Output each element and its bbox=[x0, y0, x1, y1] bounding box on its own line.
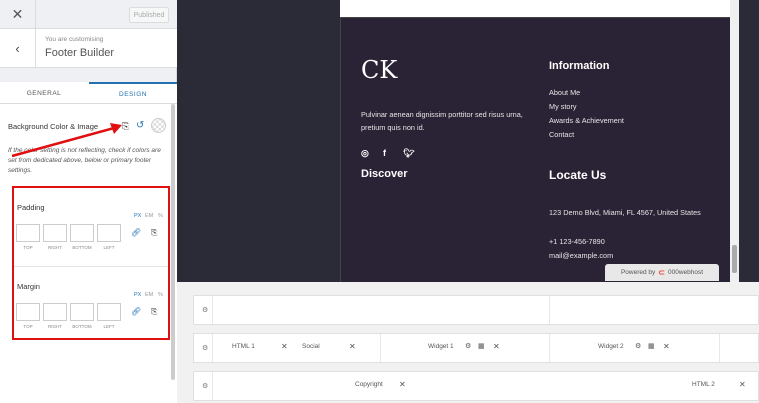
customizing-label: You are customising bbox=[45, 36, 104, 43]
info-link-awards[interactable]: Awards & Achievement bbox=[549, 116, 624, 125]
reset-icon[interactable]: ↺ bbox=[136, 120, 144, 131]
widget1-chip[interactable]: Widget 1 bbox=[428, 343, 454, 350]
preview-scrollbar[interactable] bbox=[730, 0, 739, 282]
preview-page-top bbox=[340, 0, 730, 18]
footer-builder: ⚙ ⚙ HTML 1 ✕ Social ✕ Widget 1 ⚙ ▦ ✕ Wid… bbox=[177, 282, 759, 403]
facebook-icon[interactable]: f bbox=[383, 148, 386, 158]
panel-scrollbar[interactable] bbox=[171, 104, 175, 380]
discover-title: Discover bbox=[361, 168, 408, 180]
phone-text: +1 123-456-7890 bbox=[549, 237, 605, 246]
close-icon[interactable]: ✕ bbox=[399, 380, 406, 389]
close-icon[interactable]: ✕ bbox=[349, 342, 356, 351]
gear-icon[interactable]: ⚙ bbox=[202, 306, 208, 314]
customizer-panel: ✕ Published ‹ You are customising Footer… bbox=[0, 0, 177, 403]
customizer-topbar: ✕ Published bbox=[0, 0, 177, 29]
info-link-story[interactable]: My story bbox=[549, 102, 577, 111]
about-text: Pulvinar aenean dignissim porttitor sed … bbox=[361, 110, 523, 133]
webhost-logo-icon: ⊂ bbox=[658, 268, 665, 277]
gear-icon[interactable]: ⚙ bbox=[635, 342, 641, 350]
copyright-chip[interactable]: Copyright bbox=[355, 381, 383, 388]
annotation-highlight bbox=[12, 186, 170, 340]
close-icon[interactable]: ✕ bbox=[493, 342, 500, 351]
section-title: Footer Builder bbox=[45, 47, 115, 59]
html1-chip[interactable]: HTML 1 bbox=[232, 343, 255, 350]
social-chip[interactable]: Social bbox=[302, 343, 320, 350]
row-divider bbox=[549, 296, 550, 324]
row-divider bbox=[212, 334, 213, 362]
powered-by-text: Powered by bbox=[620, 269, 656, 276]
row-divider bbox=[549, 334, 550, 362]
close-icon[interactable]: ✕ bbox=[281, 342, 288, 351]
footer-preview: CK Pulvinar aenean dignissim porttitor s… bbox=[340, 18, 730, 282]
preview-right-gutter bbox=[739, 0, 759, 282]
gear-icon[interactable]: ⚙ bbox=[202, 344, 208, 352]
builder-row-above[interactable]: ⚙ bbox=[193, 295, 759, 325]
preview-scroll-thumb[interactable] bbox=[732, 245, 737, 273]
powered-by-badge[interactable]: Powered by ⊂ 000webhost bbox=[605, 264, 719, 281]
grid-icon[interactable]: ▦ bbox=[478, 342, 485, 350]
tab-bar: GENERAL DESIGN bbox=[0, 82, 177, 104]
instagram-icon[interactable]: ◎ bbox=[361, 148, 369, 159]
builder-row-primary[interactable]: ⚙ HTML 1 ✕ Social ✕ Widget 1 ⚙ ▦ ✕ Widge… bbox=[193, 333, 759, 363]
info-link-contact[interactable]: Contact bbox=[549, 130, 574, 139]
info-link-about[interactable]: About Me bbox=[549, 88, 580, 97]
row-divider bbox=[212, 372, 213, 400]
close-icon[interactable]: ✕ bbox=[739, 380, 746, 389]
close-icon[interactable]: ✕ bbox=[0, 0, 36, 29]
widget2-chip[interactable]: Widget 2 bbox=[598, 343, 624, 350]
back-chevron-icon[interactable]: ‹ bbox=[0, 29, 36, 68]
row-divider bbox=[719, 334, 720, 362]
address-text: 123 Demo Blvd, Miami, FL 4567, United St… bbox=[549, 208, 701, 217]
section-header: ‹ You are customising Footer Builder bbox=[0, 29, 177, 68]
row-divider bbox=[380, 334, 381, 362]
twitter-icon[interactable]: 🐦︎ bbox=[403, 148, 414, 159]
site-logo[interactable]: CK bbox=[361, 56, 397, 84]
tab-design[interactable]: DESIGN bbox=[89, 82, 177, 104]
tab-general[interactable]: GENERAL bbox=[0, 82, 88, 104]
close-icon[interactable]: ✕ bbox=[663, 342, 670, 351]
site-preview: CK Pulvinar aenean dignissim porttitor s… bbox=[177, 0, 759, 282]
email-text: mail@example.com bbox=[549, 251, 614, 260]
locate-title: Locate Us bbox=[549, 168, 607, 182]
gear-icon[interactable]: ⚙ bbox=[465, 342, 471, 350]
color-swatch[interactable] bbox=[151, 118, 166, 133]
published-button[interactable]: Published bbox=[129, 7, 169, 23]
html2-chip[interactable]: HTML 2 bbox=[692, 381, 715, 388]
annotation-arrow bbox=[11, 123, 122, 158]
gear-icon[interactable]: ⚙ bbox=[202, 382, 208, 390]
powered-by-brand: 000webhost bbox=[667, 269, 704, 276]
information-title: Information bbox=[549, 60, 610, 72]
grid-icon[interactable]: ▦ bbox=[648, 342, 655, 350]
builder-row-below[interactable]: ⚙ Copyright ✕ HTML 2 ✕ bbox=[193, 371, 759, 401]
row-divider bbox=[212, 296, 213, 324]
